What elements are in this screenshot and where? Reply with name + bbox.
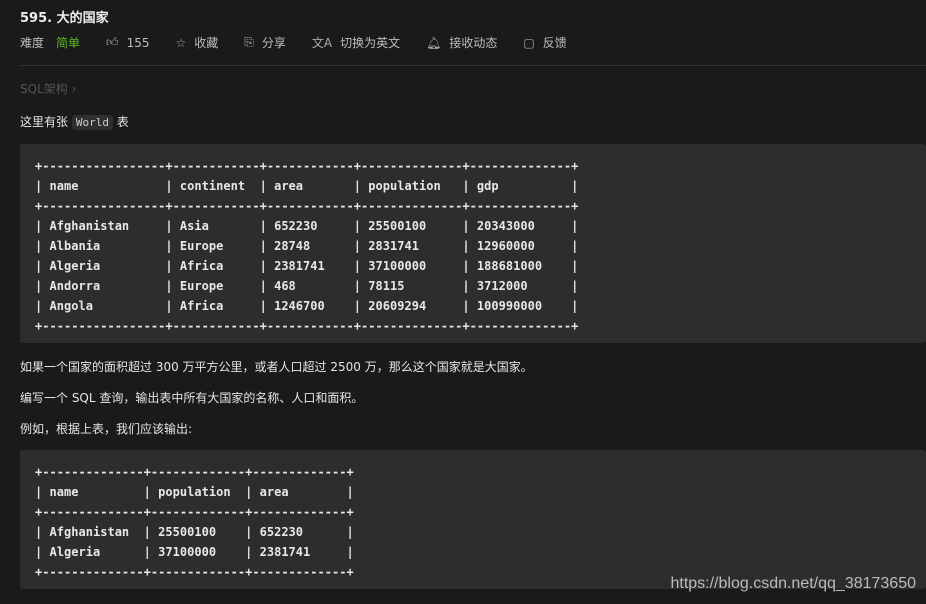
intro-before: 这里有张 [20, 115, 69, 129]
intro-text: 这里有张 World 表 [20, 113, 129, 130]
subscribe-button[interactable]: 🔔︎ 接收动态 [426, 34, 497, 51]
table-border: +-----------------+------------+--------… [35, 319, 579, 333]
difficulty: 难度 简单 [20, 34, 80, 51]
table-row: | Afghanistan | Asia | 652230 | 25500100… [35, 219, 579, 233]
difficulty-label: 难度 [20, 36, 45, 50]
difficulty-value: 简单 [56, 36, 81, 50]
paragraph-condition: 如果一个国家的面积超过 300 万平方公里，或者人口超过 2500 万，那么这个… [20, 360, 533, 374]
table-row: | Angola | Africa | 1246700 | 20609294 |… [35, 299, 579, 313]
divider [20, 65, 926, 66]
breadcrumb-sql[interactable]: SQL架构 › [20, 80, 76, 97]
paragraph-task: 编写一个 SQL 查询，输出表中所有大国家的名称、人口和面积。 [20, 391, 364, 405]
problem-toolbar: 难度 简单 👍︎ 155 ☆ 收藏 ⎘ 分享 文A 切换为英文 🔔︎ 接收动态 … [20, 34, 593, 51]
favorite-label: 收藏 [194, 36, 219, 50]
share-label: 分享 [261, 36, 286, 50]
star-icon: ☆ [175, 35, 187, 50]
problem-title: 595. 大的国家 [20, 11, 109, 26]
table-border: +-----------------+------------+--------… [35, 159, 579, 173]
output-table-block: +--------------+-------------+----------… [20, 450, 926, 589]
table-row: | Andorra | Europe | 468 | 78115 | 37120… [35, 279, 579, 293]
like-count: 155 [126, 35, 150, 50]
world-table: +-----------------+------------+--------… [20, 144, 926, 336]
feedback-icon: ▢ [523, 35, 535, 50]
table-header-row: | name | continent | area | population |… [35, 179, 579, 193]
output-table: +--------------+-------------+----------… [20, 450, 926, 582]
translate-icon: 文A [311, 36, 333, 50]
table-border: +--------------+-------------+----------… [35, 465, 354, 479]
switch-language-button[interactable]: 文A 切换为英文 [312, 34, 400, 51]
table-border: +-----------------+------------+--------… [35, 199, 579, 213]
subscribe-label: 接收动态 [449, 36, 498, 50]
bell-icon: 🔔︎ [426, 35, 442, 50]
table-row: | Algeria | Africa | 2381741 | 37100000 … [35, 259, 579, 273]
thumbs-up-icon: 👍︎ [106, 35, 119, 49]
intro-after: 表 [116, 115, 129, 129]
switch-language-label: 切换为英文 [340, 36, 401, 50]
favorite-button[interactable]: ☆ 收藏 [175, 34, 218, 51]
table-header-row: | name | population | area | [35, 485, 354, 499]
watermark: https://blog.csdn.net/qq_38173650 [670, 575, 916, 592]
feedback-label: 反馈 [542, 36, 567, 50]
table-row: | Albania | Europe | 28748 | 2831741 | 1… [35, 239, 579, 253]
paragraph-example: 例如，根据上表，我们应该输出: [20, 422, 193, 436]
table-row: | Algeria | 37100000 | 2381741 | [35, 545, 354, 559]
table-name-code: World [71, 115, 113, 130]
world-table-block: +-----------------+------------+--------… [20, 144, 926, 343]
share-icon: ⎘ [244, 35, 254, 49]
feedback-button[interactable]: ▢ 反馈 [523, 34, 566, 51]
share-button[interactable]: ⎘ 分享 [244, 34, 286, 51]
table-row: | Afghanistan | 25500100 | 652230 | [35, 525, 354, 539]
table-border: +--------------+-------------+----------… [35, 505, 354, 519]
like-button[interactable]: 👍︎ 155 [106, 35, 149, 50]
